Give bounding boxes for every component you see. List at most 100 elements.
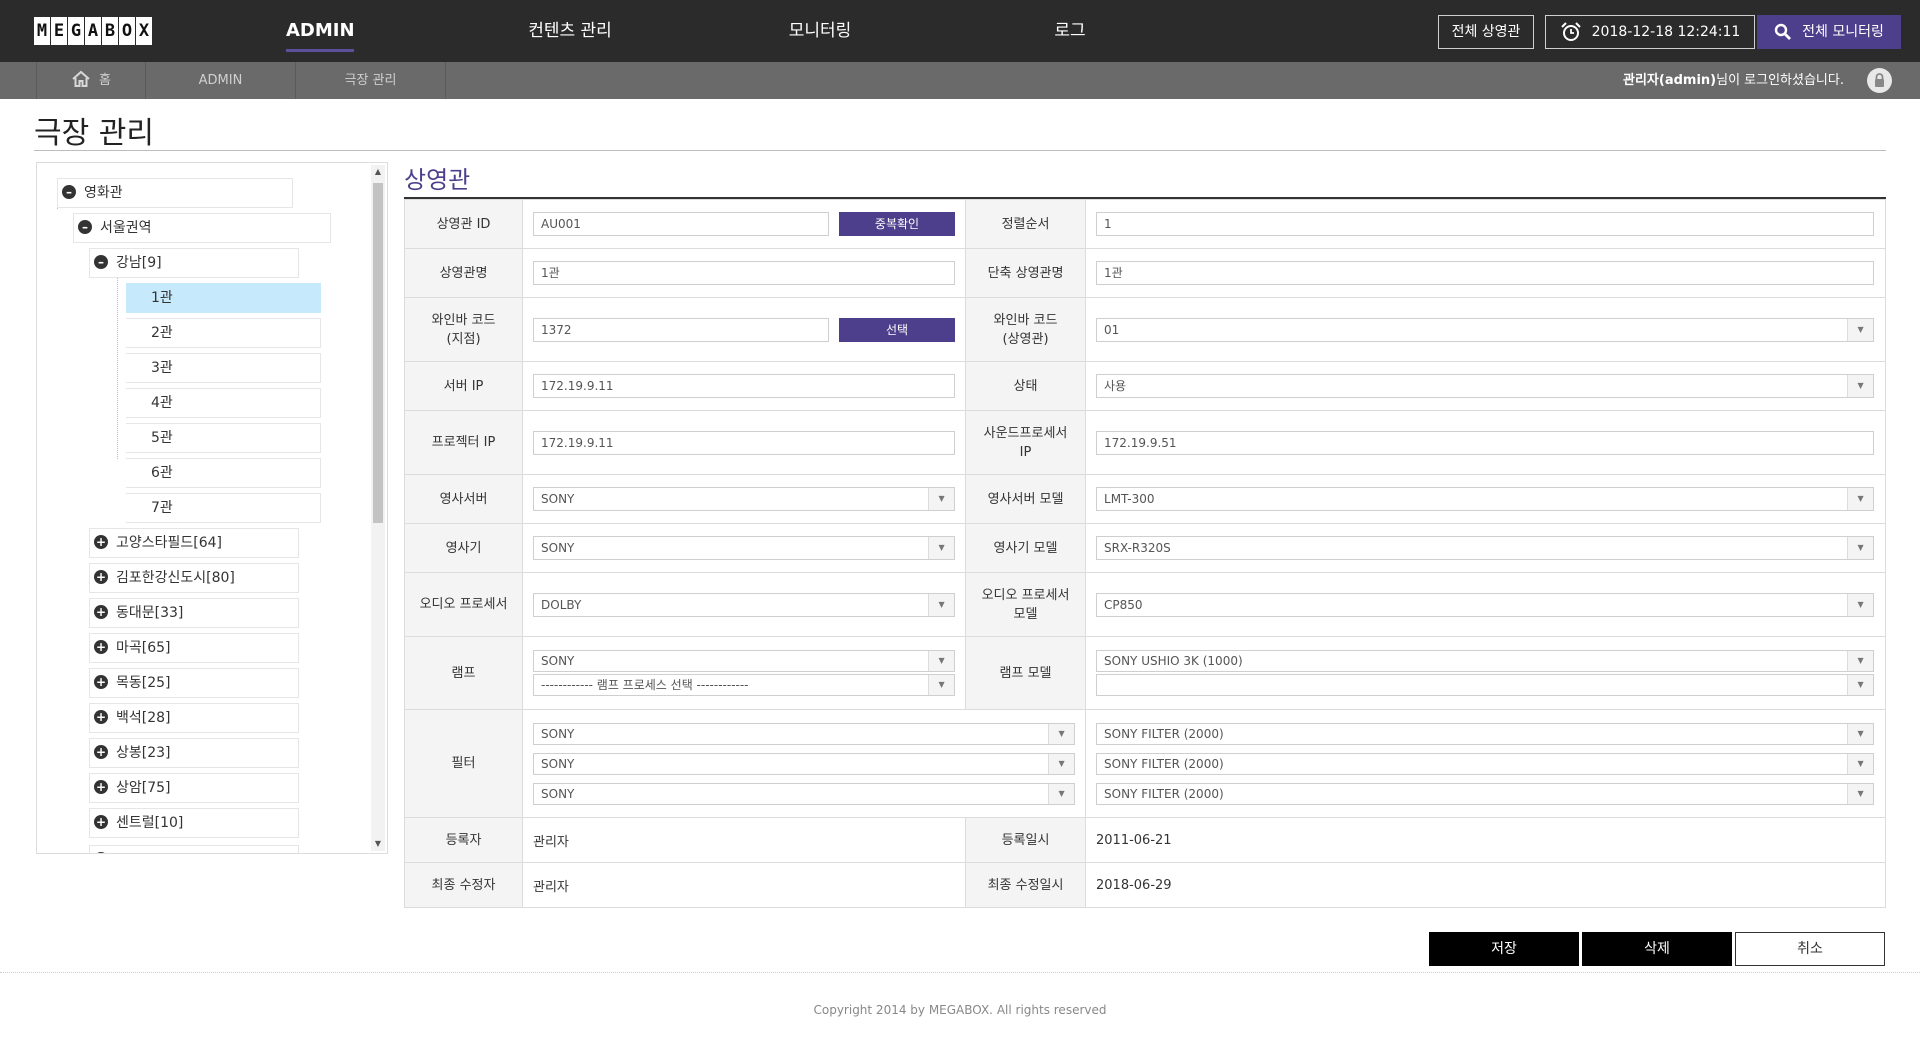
all-screens-button[interactable]: 전체 상영관	[1438, 15, 1534, 49]
chevron-down-icon[interactable]: ▼	[1847, 783, 1874, 804]
breadcrumb-home[interactable]: 홈	[36, 62, 146, 99]
tree-node-screen-5[interactable]: 5관	[126, 423, 321, 453]
chevron-down-icon[interactable]: ▼	[1847, 651, 1874, 671]
tree-node-branch-partial[interactable]: +	[89, 845, 299, 853]
video-server-select[interactable]: SONY ▼	[533, 487, 956, 511]
chevron-down-icon[interactable]: ▼	[928, 593, 955, 616]
chevron-down-icon[interactable]: ▼	[1847, 723, 1874, 744]
status-select[interactable]: 사용 ▼	[1096, 374, 1875, 398]
chevron-down-icon[interactable]: ▼	[1847, 488, 1874, 510]
tree-node-screen-6[interactable]: 6관	[126, 458, 321, 488]
projector-ip-input[interactable]: 172.19.9.11	[533, 430, 956, 455]
projector-select[interactable]: SONY ▼	[533, 536, 956, 560]
chevron-down-icon[interactable]: ▼	[1847, 753, 1874, 774]
filter-model-select-3[interactable]: SONY FILTER (2000) ▼	[1096, 782, 1875, 805]
user-avatar-icon[interactable]	[1867, 68, 1892, 93]
expand-icon[interactable]: +	[94, 570, 108, 584]
audio-processor-model-select[interactable]: CP850 ▼	[1096, 592, 1875, 617]
tree-node-branch[interactable]: + 마곡[65]	[89, 633, 299, 663]
nav-log[interactable]: 로그	[1040, 0, 1100, 62]
chevron-down-icon[interactable]: ▼	[1847, 318, 1874, 341]
select-button[interactable]: 선택	[839, 317, 956, 342]
collapse-icon[interactable]: –	[94, 255, 108, 269]
lamp-select[interactable]: SONY ▼	[533, 650, 956, 672]
sort-order-input[interactable]: 1	[1096, 212, 1875, 236]
screen-name-input[interactable]: 1관	[533, 261, 956, 285]
scroll-down-arrow-icon[interactable]: ▼	[371, 837, 385, 851]
tree-scrollbar[interactable]: ▲ ▼	[371, 165, 385, 851]
chevron-down-icon[interactable]: ▼	[928, 537, 955, 559]
tree-node-branch[interactable]: + 백석[28]	[89, 703, 299, 733]
audio-processor-select[interactable]: DOLBY ▼	[533, 592, 956, 617]
video-server-model-select[interactable]: LMT-300 ▼	[1096, 487, 1875, 511]
expand-icon[interactable]: +	[94, 745, 108, 759]
all-monitoring-button[interactable]: 전체 모니터링	[1757, 15, 1901, 49]
tree-node-branch[interactable]: + 센트럴[10]	[89, 808, 299, 838]
lamp-process-select[interactable]: ------------ 램프 프로세스 선택 ------------ ▼	[533, 674, 956, 696]
chevron-down-icon[interactable]: ▼	[928, 651, 955, 671]
chevron-down-icon[interactable]: ▼	[1048, 783, 1075, 804]
scroll-up-arrow-icon[interactable]: ▲	[371, 165, 385, 179]
duplicate-check-button[interactable]: 중복확인	[839, 212, 956, 236]
expand-icon[interactable]: +	[94, 675, 108, 689]
tree-node-branch[interactable]: + 고양스타필드[64]	[89, 528, 299, 558]
breadcrumb-theater-management[interactable]: 극장 관리	[296, 62, 446, 99]
tree-node-branch[interactable]: + 상봉[23]	[89, 738, 299, 768]
chevron-down-icon[interactable]: ▼	[1847, 537, 1874, 559]
chevron-down-icon[interactable]: ▼	[928, 488, 955, 510]
tree-node-region[interactable]: – 서울권역	[73, 213, 331, 243]
nav-monitoring[interactable]: 모니터링	[780, 0, 860, 62]
save-button[interactable]: 저장	[1429, 932, 1579, 966]
lamp-model-select-2[interactable]: ▼	[1096, 674, 1875, 696]
screen-id-cell: AU001 중복확인	[522, 199, 967, 249]
tree-node-branch[interactable]: + 상암[75]	[89, 773, 299, 803]
select-value: 01	[1104, 322, 1120, 337]
nav-content-management[interactable]: 컨텐츠 관리	[520, 0, 620, 62]
chevron-down-icon[interactable]: ▼	[1847, 593, 1874, 616]
winebar-branch-cell: 1372 선택	[522, 297, 967, 362]
expand-icon[interactable]: +	[94, 710, 108, 724]
filter-model-select-2[interactable]: SONY FILTER (2000) ▼	[1096, 752, 1875, 775]
lamp-model-select[interactable]: SONY USHIO 3K (1000) ▼	[1096, 650, 1875, 672]
tree-node-branch[interactable]: + 동대문[33]	[89, 598, 299, 628]
expand-icon[interactable]: +	[94, 815, 108, 829]
expand-icon[interactable]: +	[94, 605, 108, 619]
short-name-input[interactable]: 1관	[1096, 261, 1875, 285]
tree-node-branch[interactable]: + 목동[25]	[89, 668, 299, 698]
nav-admin[interactable]: ADMIN	[286, 0, 355, 62]
expand-icon[interactable]: +	[94, 852, 108, 853]
server-ip-input[interactable]: 172.19.9.11	[533, 374, 956, 398]
scroll-thumb[interactable]	[373, 183, 383, 523]
chevron-down-icon[interactable]: ▼	[928, 675, 955, 695]
tree-node-screen-1[interactable]: 1관	[126, 283, 321, 313]
collapse-icon[interactable]: –	[62, 185, 76, 199]
sound-ip-input[interactable]: 172.19.9.51	[1096, 430, 1875, 455]
winebar-branch-input[interactable]: 1372	[533, 317, 830, 342]
tree-node-screen-4[interactable]: 4관	[126, 388, 321, 418]
filter-select-1[interactable]: SONY ▼	[533, 722, 1076, 745]
megabox-logo[interactable]: M E G A B O X	[34, 17, 153, 45]
tree-node-screen-7[interactable]: 7관	[126, 493, 321, 523]
filter-model-select-1[interactable]: SONY FILTER (2000) ▼	[1096, 722, 1875, 745]
collapse-icon[interactable]: –	[78, 220, 92, 234]
filter-select-2[interactable]: SONY ▼	[533, 752, 1076, 775]
tree-node-screen-3[interactable]: 3관	[126, 353, 321, 383]
chevron-down-icon[interactable]: ▼	[1847, 375, 1874, 397]
tree-node-root[interactable]: – 영화관	[57, 178, 293, 208]
breadcrumb-admin[interactable]: ADMIN	[146, 62, 296, 99]
tree-node-branch[interactable]: – 강남[9]	[89, 248, 299, 278]
expand-icon[interactable]: +	[94, 640, 108, 654]
projector-model-select[interactable]: SRX-R320S ▼	[1096, 536, 1875, 560]
screen-id-input[interactable]: AU001	[533, 212, 830, 236]
winebar-screen-select[interactable]: 01 ▼	[1096, 317, 1875, 342]
tree-node-screen-2[interactable]: 2관	[126, 318, 321, 348]
tree-node-branch[interactable]: + 김포한강신도시[80]	[89, 563, 299, 593]
chevron-down-icon[interactable]: ▼	[1847, 675, 1874, 695]
expand-icon[interactable]: +	[94, 535, 108, 549]
expand-icon[interactable]: +	[94, 780, 108, 794]
delete-button[interactable]: 삭제	[1582, 932, 1732, 966]
cancel-button[interactable]: 취소	[1735, 932, 1885, 966]
filter-select-3[interactable]: SONY ▼	[533, 782, 1076, 805]
chevron-down-icon[interactable]: ▼	[1048, 723, 1075, 744]
chevron-down-icon[interactable]: ▼	[1048, 753, 1075, 774]
